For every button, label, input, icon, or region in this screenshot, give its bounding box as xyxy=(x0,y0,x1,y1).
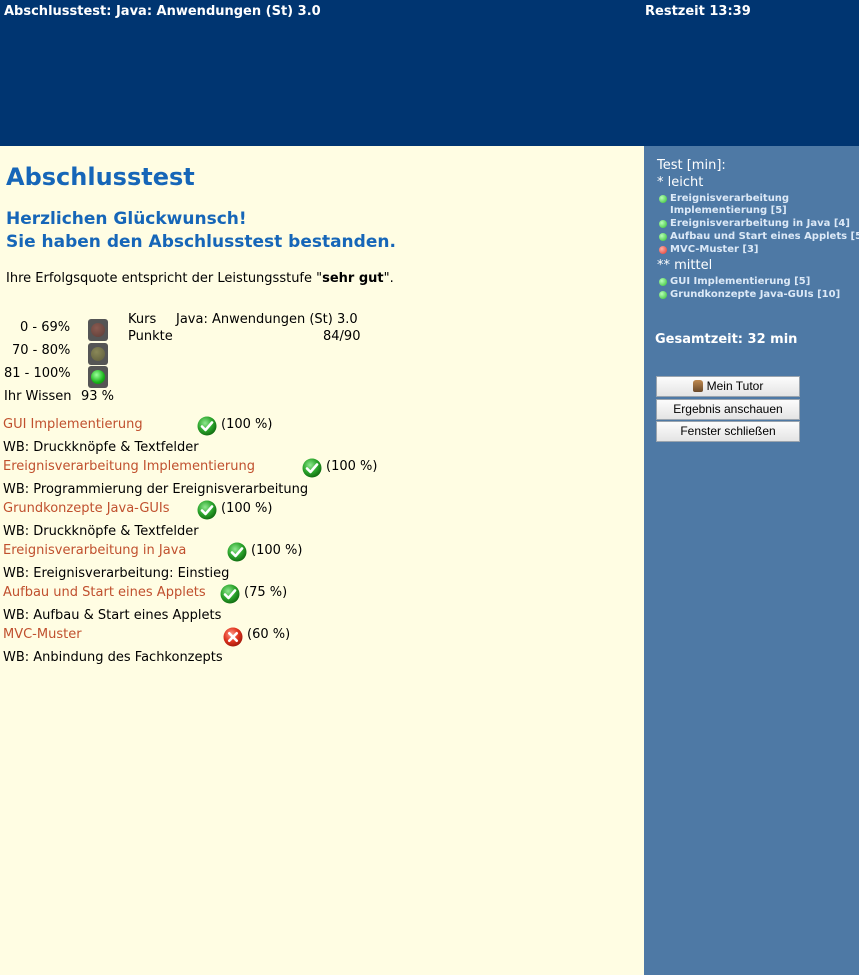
result-wb: WB: Anbindung des Fachkonzepts xyxy=(3,650,223,665)
sidebar-topic-line: GUI Implementierung [5] xyxy=(670,276,811,287)
course-value: Java: Anwendungen (St) 3.0 xyxy=(176,312,358,327)
status-dot-icon xyxy=(659,233,667,241)
tutor-icon xyxy=(692,380,703,392)
result-wb: WB: Druckknöpfe & Textfelder xyxy=(3,524,199,539)
sidebar-topic-line: Ereignisverarbeitung xyxy=(670,193,790,204)
traffic-light-yellow-icon xyxy=(88,343,108,365)
tutor-button-label: Mein Tutor xyxy=(706,379,764,393)
cross-icon xyxy=(223,627,243,647)
status-dot-icon xyxy=(659,195,667,203)
sidebar: Test [min]: * leicht Ereignisverarbeitun… xyxy=(644,146,859,975)
scale-range-low: 0 - 69% xyxy=(20,320,71,335)
result-percent: (100 %) xyxy=(221,501,273,516)
sidebar-topic-line: Aufbau und Start eines Applets [5] xyxy=(670,231,859,242)
result-topic-link[interactable]: Aufbau und Start eines Applets xyxy=(3,585,206,600)
scale-range-mid: 70 - 80% xyxy=(12,343,71,358)
page-title: Abschlusstest xyxy=(6,163,195,191)
main-content: Abschlusstest Herzlichen Glückwunsch! Si… xyxy=(0,146,644,975)
result-wb: WB: Programmierung der Ereignisverarbeit… xyxy=(3,482,309,497)
result-percent: (75 %) xyxy=(244,585,288,600)
scale-range-high: 81 - 100% xyxy=(4,366,71,381)
result-topic-link[interactable]: Ereignisverarbeitung Implementierung xyxy=(3,459,255,474)
status-dot-icon xyxy=(659,278,667,286)
success-rate-text: Ihre Erfolgsquote entspricht der Leistun… xyxy=(6,271,394,286)
sidebar-topic-line: MVC-Muster [3] xyxy=(670,244,759,255)
level-medium-label: ** mittel xyxy=(657,258,713,273)
total-time: Gesamtzeit: 32 min xyxy=(655,332,798,347)
sidebar-heading: Test [min]: xyxy=(657,158,726,173)
quote-level: sehr gut xyxy=(322,271,384,286)
check-icon xyxy=(197,500,217,520)
check-icon xyxy=(227,542,247,562)
quote-suffix: ". xyxy=(383,271,394,286)
points-value: 84/90 xyxy=(323,329,361,344)
status-dot-icon xyxy=(659,220,667,228)
result-wb: WB: Ereignisverarbeitung: Einstieg xyxy=(3,566,230,581)
test-title: Abschlusstest: Java: Anwendungen (St) 3.… xyxy=(4,4,321,19)
traffic-light-red-icon xyxy=(88,319,108,341)
view-result-button[interactable]: Ergebnis anschauen xyxy=(656,399,800,420)
congrats-line-1: Herzlichen Glückwunsch! xyxy=(6,209,247,229)
sidebar-topic-item[interactable]: MVC-Muster [3] xyxy=(659,244,759,256)
congrats-line-2: Sie haben den Abschlusstest bestanden. xyxy=(6,232,396,252)
result-wb: WB: Druckknöpfe & Textfelder xyxy=(3,440,199,455)
sidebar-topic-item[interactable]: Ereignisverarbeitung in Java [4] xyxy=(659,218,850,230)
result-percent: (100 %) xyxy=(326,459,378,474)
remaining-time: Restzeit 13:39 xyxy=(645,4,751,19)
result-wb: WB: Aufbau & Start eines Applets xyxy=(3,608,222,623)
check-icon xyxy=(302,458,322,478)
course-label: Kurs xyxy=(128,312,157,327)
check-icon xyxy=(197,416,217,436)
level-easy-label: * leicht xyxy=(657,175,704,190)
sidebar-topic-item[interactable]: GUI Implementierung [5] xyxy=(659,276,810,288)
knowledge-label: Ihr Wissen xyxy=(4,389,72,404)
result-percent: (60 %) xyxy=(247,627,291,642)
result-topic-link[interactable]: MVC-Muster xyxy=(3,627,82,642)
knowledge-value: 93 % xyxy=(81,389,115,404)
sidebar-topic-line: Grundkonzepte Java-GUIs [10] xyxy=(670,289,841,300)
result-topic-link[interactable]: GUI Implementierung xyxy=(3,417,143,432)
tutor-button[interactable]: Mein Tutor xyxy=(656,376,800,397)
sidebar-topic-line: Implementierung [5] xyxy=(670,205,787,216)
close-window-button[interactable]: Fenster schließen xyxy=(656,421,800,442)
traffic-light-green-icon xyxy=(88,366,108,388)
quote-prefix: Ihre Erfolgsquote entspricht der Leistun… xyxy=(6,271,323,286)
result-percent: (100 %) xyxy=(221,417,273,432)
sidebar-topic-line: Ereignisverarbeitung in Java [4] xyxy=(670,218,850,229)
result-topic-link[interactable]: Ereignisverarbeitung in Java xyxy=(3,543,186,558)
congrats-message: Herzlichen Glückwunsch! Sie haben den Ab… xyxy=(6,208,396,254)
check-icon xyxy=(220,584,240,604)
sidebar-topic-item[interactable]: Ereignisverarbeitung Implementierung [5] xyxy=(659,193,789,217)
status-dot-icon xyxy=(659,246,667,254)
header-bar: Abschlusstest: Java: Anwendungen (St) 3.… xyxy=(0,0,859,146)
result-percent: (100 %) xyxy=(251,543,303,558)
sidebar-topic-item[interactable]: Aufbau und Start eines Applets [5] xyxy=(659,231,859,243)
points-label: Punkte xyxy=(128,329,173,344)
status-dot-icon xyxy=(659,291,667,299)
result-topic-link[interactable]: Grundkonzepte Java-GUIs xyxy=(3,501,170,516)
sidebar-topic-item[interactable]: Grundkonzepte Java-GUIs [10] xyxy=(659,289,840,301)
